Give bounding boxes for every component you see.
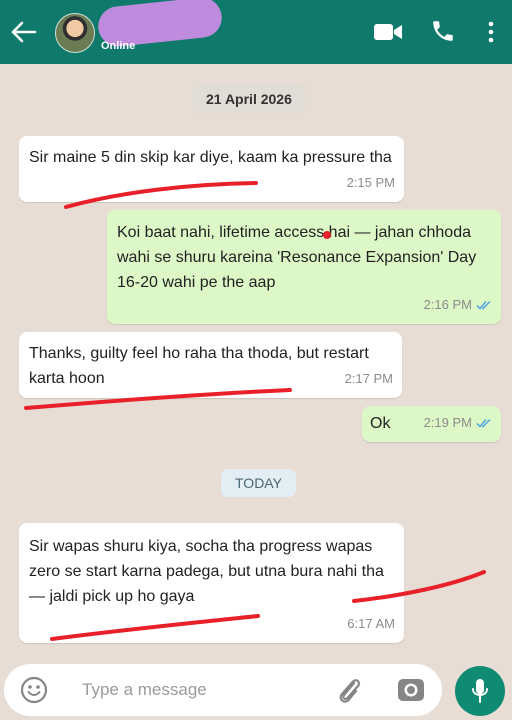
read-receipt-icon <box>476 300 491 310</box>
message-time: 6:17 AM <box>347 616 395 631</box>
back-arrow-icon[interactable] <box>8 18 38 46</box>
message-incoming[interactable]: Thanks, guilty feel ho raha tha thoda, b… <box>19 332 402 398</box>
message-outgoing[interactable]: Koi baat nahi, lifetime access hai — jah… <box>107 210 501 324</box>
message-text: Koi baat nahi, lifetime access hai — jah… <box>117 224 477 291</box>
mic-icon <box>472 679 488 703</box>
message-input-box[interactable] <box>4 664 442 716</box>
message-text: Sir wapas shuru kiya, socha tha progress… <box>29 538 384 605</box>
message-time: 2:16 PM <box>423 297 472 312</box>
camera-icon[interactable] <box>396 676 426 704</box>
message-text: Sir maine 5 din skip kar diye, kaam ka p… <box>29 149 392 166</box>
contact-status: Online <box>101 40 136 52</box>
message-incoming[interactable]: Sir wapas shuru kiya, socha tha progress… <box>19 523 404 643</box>
attach-icon[interactable] <box>334 674 364 706</box>
message-outgoing[interactable]: Ok 2:19 PM <box>362 406 501 442</box>
message-text: Thanks, guilty feel ho raha tha thoda, b… <box>29 345 369 387</box>
emoji-icon[interactable] <box>20 676 48 704</box>
video-call-icon[interactable] <box>373 22 403 42</box>
avatar[interactable] <box>55 13 95 53</box>
message-time: 2:15 PM <box>346 175 395 190</box>
voice-record-button[interactable] <box>455 666 505 716</box>
more-options-icon[interactable] <box>484 20 498 44</box>
message-incoming[interactable]: Sir maine 5 din skip kar diye, kaam ka p… <box>19 136 404 202</box>
compose-bar <box>0 660 512 720</box>
date-separator-today: TODAY <box>221 469 296 497</box>
message-input[interactable] <box>82 676 322 704</box>
message-time: 2:17 PM <box>344 371 393 386</box>
date-separator: 21 April 2026 <box>192 85 306 113</box>
chat-area[interactable]: 21 April 2026 Sir maine 5 din skip kar d… <box>0 64 512 660</box>
chat-header: Online <box>0 0 512 64</box>
read-receipt-icon <box>476 418 491 428</box>
message-time: 2:19 PM <box>423 415 472 430</box>
phone-icon[interactable] <box>430 18 456 44</box>
